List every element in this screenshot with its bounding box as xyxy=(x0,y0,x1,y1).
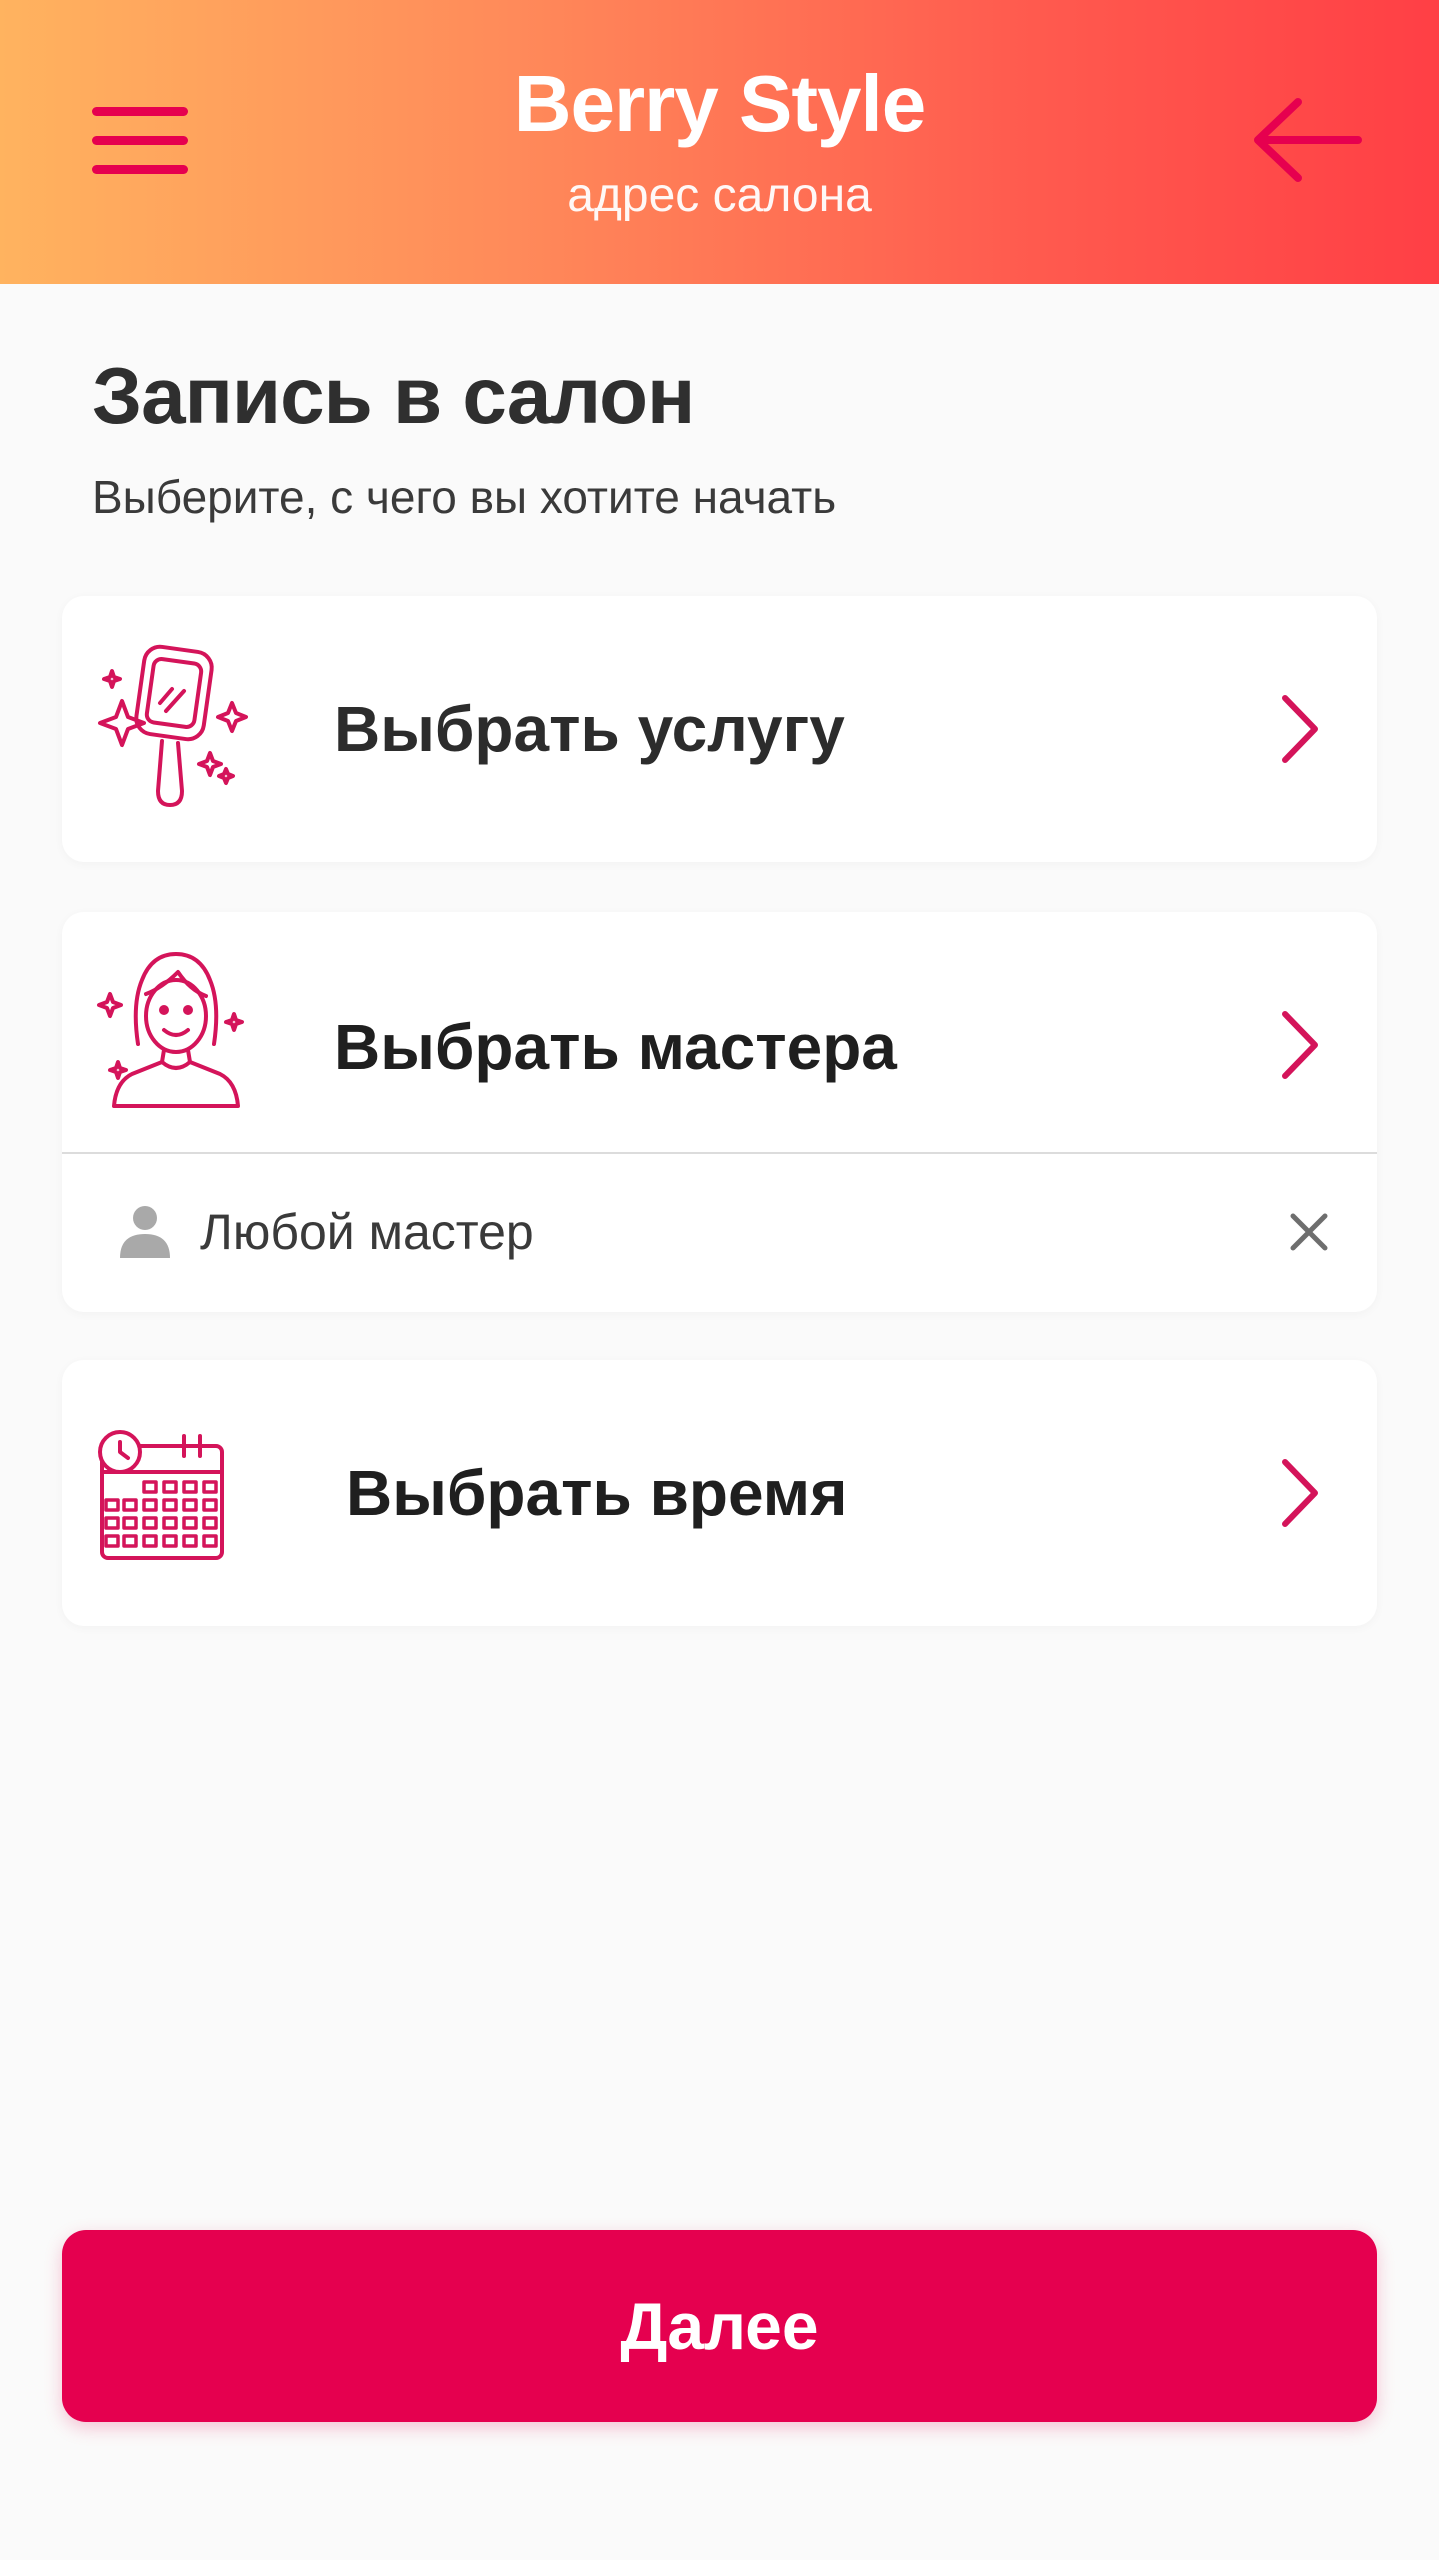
select-service-card[interactable]: Выбрать услугу xyxy=(62,596,1377,862)
select-service-row[interactable]: Выбрать услугу xyxy=(62,596,1377,862)
chevron-right-icon xyxy=(1269,1008,1329,1082)
person-icon xyxy=(118,1204,172,1258)
salon-name: Berry Style xyxy=(513,59,926,148)
calendar-clock-icon xyxy=(92,1428,252,1598)
selected-master-row: Любой мастер xyxy=(62,1154,1377,1312)
select-time-row[interactable]: Выбрать время xyxy=(62,1360,1377,1626)
next-button[interactable]: Далее xyxy=(62,2230,1377,2422)
page-title: Запись в салон xyxy=(92,351,695,440)
salon-address: адрес салона xyxy=(567,169,872,222)
app-header: Berry Style адрес салона xyxy=(0,0,1439,284)
arrow-left-icon[interactable] xyxy=(1240,90,1380,190)
woman-portrait-icon xyxy=(92,944,252,1114)
select-master-row[interactable]: Выбрать мастера xyxy=(62,912,1377,1152)
select-master-label: Выбрать мастера xyxy=(334,1011,897,1083)
page-subtitle: Выберите, с чего вы хотите начать xyxy=(92,471,837,523)
close-icon[interactable] xyxy=(1279,1202,1339,1262)
chevron-right-icon xyxy=(1269,692,1329,766)
select-master-card: Выбрать мастера Любой мастер xyxy=(62,912,1377,1312)
select-time-card[interactable]: Выбрать время xyxy=(62,1360,1377,1626)
chevron-right-icon xyxy=(1269,1456,1329,1530)
select-service-label: Выбрать услугу xyxy=(334,693,845,765)
selected-master-label: Любой мастер xyxy=(200,1204,534,1260)
mirror-sparkles-icon xyxy=(92,641,252,811)
select-time-label: Выбрать время xyxy=(346,1457,848,1529)
